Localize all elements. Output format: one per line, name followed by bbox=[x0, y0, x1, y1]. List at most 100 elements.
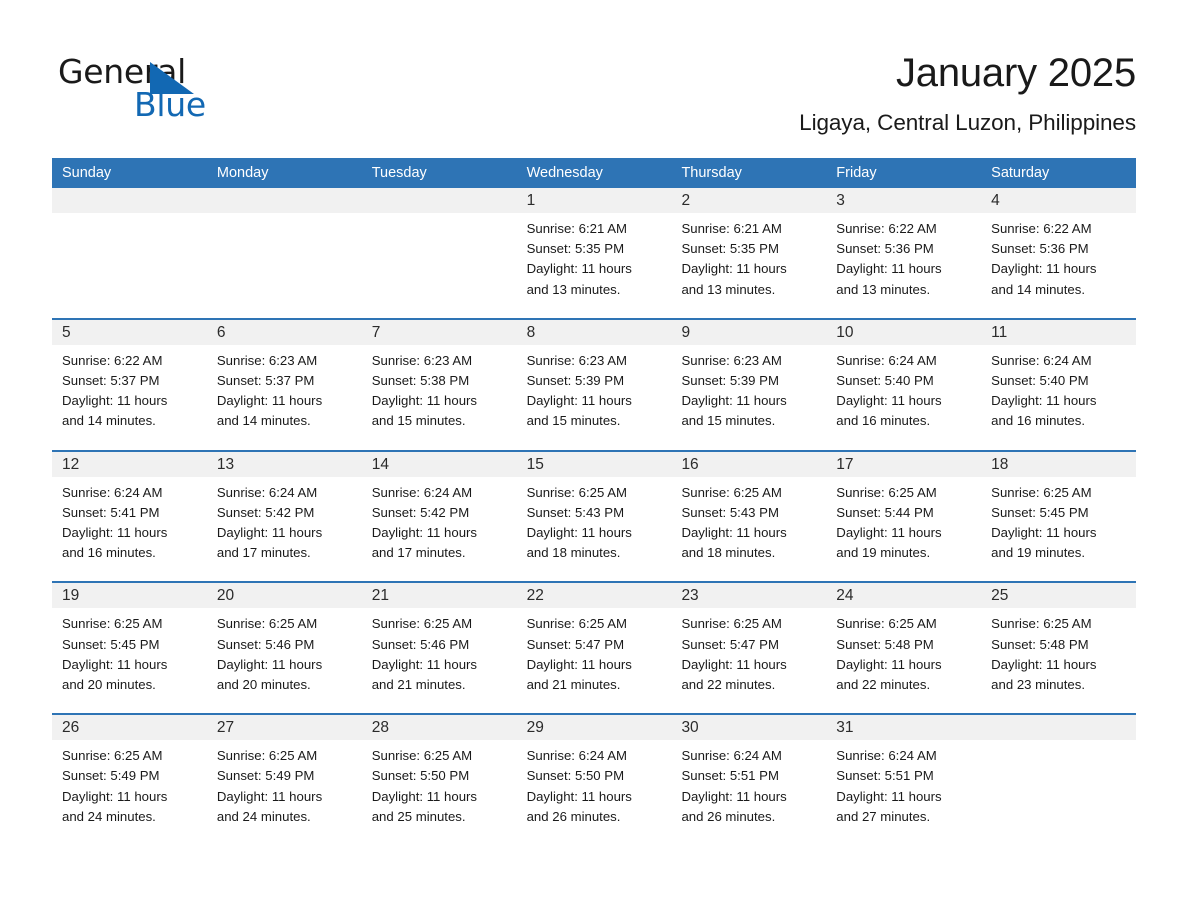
day-cell[interactable]: 27 Sunrise: 6:25 AM Sunset: 5:49 PM Dayl… bbox=[206, 715, 362, 846]
day-number: 7 bbox=[361, 319, 517, 345]
daylight-text-line2: and 20 minutes. bbox=[62, 677, 156, 693]
sunrise-text: Sunrise: 6:25 AM bbox=[991, 484, 1092, 500]
day-info: Sunrise: 6:24 AM Sunset: 5:41 PM Dayligh… bbox=[52, 477, 207, 564]
day-cell[interactable]: 5 Sunrise: 6:22 AM Sunset: 5:37 PM Dayli… bbox=[52, 319, 207, 450]
day-cell[interactable]: 20 Sunrise: 6:25 AM Sunset: 5:46 PM Dayl… bbox=[206, 583, 362, 714]
day-cell[interactable]: 9 Sunrise: 6:23 AM Sunset: 5:39 PM Dayli… bbox=[671, 319, 827, 450]
daylight-text-line1: Daylight: 11 hours bbox=[836, 261, 942, 277]
day-info: Sunrise: 6:24 AM Sunset: 5:40 PM Dayligh… bbox=[826, 345, 981, 432]
day-cell[interactable]: 15 Sunrise: 6:25 AM Sunset: 5:43 PM Dayl… bbox=[516, 451, 672, 582]
day-cell[interactable]: 6 Sunrise: 6:23 AM Sunset: 5:37 PM Dayli… bbox=[206, 319, 362, 450]
daylight-text-line1: Daylight: 11 hours bbox=[371, 393, 478, 409]
daylight-text-line1: Daylight: 11 hours bbox=[526, 788, 632, 804]
sunrise-text: Sunrise: 6:22 AM bbox=[62, 352, 163, 368]
daylight-text-line2: and 18 minutes. bbox=[526, 545, 621, 561]
sunrise-text: Sunrise: 6:25 AM bbox=[836, 616, 937, 632]
day-number: 17 bbox=[826, 451, 982, 477]
day-cell[interactable]: 4 Sunrise: 6:22 AM Sunset: 5:36 PM Dayli… bbox=[981, 188, 1137, 318]
sunset-text: Sunset: 5:38 PM bbox=[371, 373, 470, 389]
day-cell[interactable]: 29 Sunrise: 6:24 AM Sunset: 5:50 PM Dayl… bbox=[516, 715, 672, 846]
day-number: 31 bbox=[826, 715, 982, 741]
day-cell[interactable]: 22 Sunrise: 6:25 AM Sunset: 5:47 PM Dayl… bbox=[516, 583, 672, 714]
day-cell[interactable]: 11 Sunrise: 6:24 AM Sunset: 5:40 PM Dayl… bbox=[981, 319, 1137, 450]
day-cell[interactable]: 8 Sunrise: 6:23 AM Sunset: 5:39 PM Dayli… bbox=[516, 319, 672, 450]
day-cell[interactable]: 30 Sunrise: 6:24 AM Sunset: 5:51 PM Dayl… bbox=[671, 715, 827, 846]
day-cell[interactable]: 26 Sunrise: 6:25 AM Sunset: 5:49 PM Dayl… bbox=[52, 715, 207, 846]
day-cell[interactable]: 19 Sunrise: 6:25 AM Sunset: 5:45 PM Dayl… bbox=[52, 583, 207, 714]
day-cell[interactable]: 16 Sunrise: 6:25 AM Sunset: 5:43 PM Dayl… bbox=[671, 451, 827, 582]
day-cell[interactable]: 21 Sunrise: 6:25 AM Sunset: 5:46 PM Dayl… bbox=[361, 583, 517, 714]
sunset-text: Sunset: 5:36 PM bbox=[991, 241, 1089, 257]
daylight-text-line1: Daylight: 11 hours bbox=[681, 788, 787, 804]
sunrise-text: Sunrise: 6:24 AM bbox=[836, 352, 937, 368]
daylight-text-line2: and 21 minutes. bbox=[526, 677, 621, 693]
weekday-tuesday: Tuesday bbox=[371, 165, 427, 181]
daylight-text-line1: Daylight: 11 hours bbox=[991, 393, 1097, 409]
day-cell[interactable]: 28 Sunrise: 6:25 AM Sunset: 5:50 PM Dayl… bbox=[361, 715, 517, 846]
sunrise-text: Sunrise: 6:25 AM bbox=[62, 616, 163, 632]
day-info: Sunrise: 6:24 AM Sunset: 5:50 PM Dayligh… bbox=[517, 740, 672, 827]
day-number: 22 bbox=[516, 583, 672, 609]
sunrise-text: Sunrise: 6:25 AM bbox=[62, 748, 163, 764]
day-cell[interactable] bbox=[981, 715, 1137, 846]
calendar-page: General Blue January 2025 Ligaya, Centra… bbox=[0, 0, 1188, 918]
sunrise-text: Sunrise: 6:25 AM bbox=[836, 484, 937, 500]
day-number: 21 bbox=[361, 583, 517, 609]
sunrise-text: Sunrise: 6:25 AM bbox=[371, 748, 473, 764]
day-info: Sunrise: 6:25 AM Sunset: 5:47 PM Dayligh… bbox=[671, 608, 826, 695]
day-cell[interactable]: 13 Sunrise: 6:24 AM Sunset: 5:42 PM Dayl… bbox=[206, 451, 362, 582]
sunset-text: Sunset: 5:39 PM bbox=[681, 373, 779, 389]
day-cell[interactable]: 1 Sunrise: 6:21 AM Sunset: 5:35 PM Dayli… bbox=[516, 188, 672, 318]
day-info: Sunrise: 6:25 AM Sunset: 5:47 PM Dayligh… bbox=[517, 608, 672, 695]
day-number: 23 bbox=[671, 583, 827, 609]
daylight-text-line1: Daylight: 11 hours bbox=[681, 656, 787, 672]
day-info: Sunrise: 6:24 AM Sunset: 5:42 PM Dayligh… bbox=[362, 477, 517, 564]
logo-text-blue: Blue bbox=[134, 85, 206, 124]
day-cell[interactable]: 12 Sunrise: 6:24 AM Sunset: 5:41 PM Dayl… bbox=[52, 451, 207, 582]
sunset-text: Sunset: 5:47 PM bbox=[681, 636, 779, 652]
day-number: 4 bbox=[981, 188, 1137, 213]
day-cell[interactable]: 23 Sunrise: 6:25 AM Sunset: 5:47 PM Dayl… bbox=[671, 583, 827, 714]
daylight-text-line1: Daylight: 11 hours bbox=[526, 656, 632, 672]
day-number: 25 bbox=[981, 583, 1137, 609]
day-info: Sunrise: 6:23 AM Sunset: 5:39 PM Dayligh… bbox=[517, 345, 672, 432]
sunset-text: Sunset: 5:46 PM bbox=[371, 636, 470, 652]
day-cell[interactable]: 10 Sunrise: 6:24 AM Sunset: 5:40 PM Dayl… bbox=[826, 319, 982, 450]
generalblue-logo[interactable]: General Blue bbox=[58, 52, 278, 124]
sunrise-text: Sunrise: 6:24 AM bbox=[62, 484, 163, 500]
day-cell[interactable]: 17 Sunrise: 6:25 AM Sunset: 5:44 PM Dayl… bbox=[826, 451, 982, 582]
sunset-text: Sunset: 5:35 PM bbox=[681, 241, 779, 257]
day-cell[interactable]: 3 Sunrise: 6:22 AM Sunset: 5:36 PM Dayli… bbox=[826, 188, 982, 318]
day-cell[interactable] bbox=[52, 188, 207, 318]
day-cell[interactable]: 18 Sunrise: 6:25 AM Sunset: 5:45 PM Dayl… bbox=[981, 451, 1137, 582]
sunset-text: Sunset: 5:51 PM bbox=[681, 768, 779, 784]
daylight-text-line2: and 16 minutes. bbox=[62, 545, 156, 561]
sunrise-text: Sunrise: 6:25 AM bbox=[371, 616, 473, 632]
daylight-text-line1: Daylight: 11 hours bbox=[526, 393, 632, 409]
day-cell[interactable] bbox=[361, 188, 517, 318]
weekday-wednesday: Wednesday bbox=[526, 165, 603, 181]
sunset-text: Sunset: 5:45 PM bbox=[62, 636, 160, 652]
day-cell[interactable]: 7 Sunrise: 6:23 AM Sunset: 5:38 PM Dayli… bbox=[361, 319, 517, 450]
sunrise-text: Sunrise: 6:23 AM bbox=[681, 352, 782, 368]
daylight-text-line1: Daylight: 11 hours bbox=[216, 393, 323, 409]
day-cell[interactable]: 31 Sunrise: 6:24 AM Sunset: 5:51 PM Dayl… bbox=[826, 715, 982, 846]
sunset-text: Sunset: 5:40 PM bbox=[991, 373, 1089, 389]
day-number: 14 bbox=[361, 451, 517, 477]
sunrise-text: Sunrise: 6:22 AM bbox=[836, 221, 937, 236]
day-info bbox=[362, 213, 517, 219]
daylight-text-line2: and 15 minutes. bbox=[526, 413, 621, 429]
day-cell[interactable] bbox=[206, 188, 362, 318]
weekday-thursday: Thursday bbox=[681, 165, 742, 181]
day-cell[interactable]: 2 Sunrise: 6:21 AM Sunset: 5:35 PM Dayli… bbox=[671, 188, 827, 318]
weekday-saturday: Saturday bbox=[991, 165, 1050, 181]
day-info: Sunrise: 6:25 AM Sunset: 5:46 PM Dayligh… bbox=[207, 608, 362, 695]
daylight-text-line2: and 14 minutes. bbox=[216, 413, 311, 429]
day-cell[interactable]: 14 Sunrise: 6:24 AM Sunset: 5:42 PM Dayl… bbox=[361, 451, 517, 582]
day-cell[interactable]: 24 Sunrise: 6:25 AM Sunset: 5:48 PM Dayl… bbox=[826, 583, 982, 714]
day-info bbox=[52, 213, 207, 219]
week-row: 19 Sunrise: 6:25 AM Sunset: 5:45 PM Dayl… bbox=[52, 581, 1137, 714]
day-cell[interactable]: 25 Sunrise: 6:25 AM Sunset: 5:48 PM Dayl… bbox=[981, 583, 1137, 714]
sunrise-text: Sunrise: 6:24 AM bbox=[836, 748, 937, 764]
daylight-text-line1: Daylight: 11 hours bbox=[991, 525, 1097, 541]
